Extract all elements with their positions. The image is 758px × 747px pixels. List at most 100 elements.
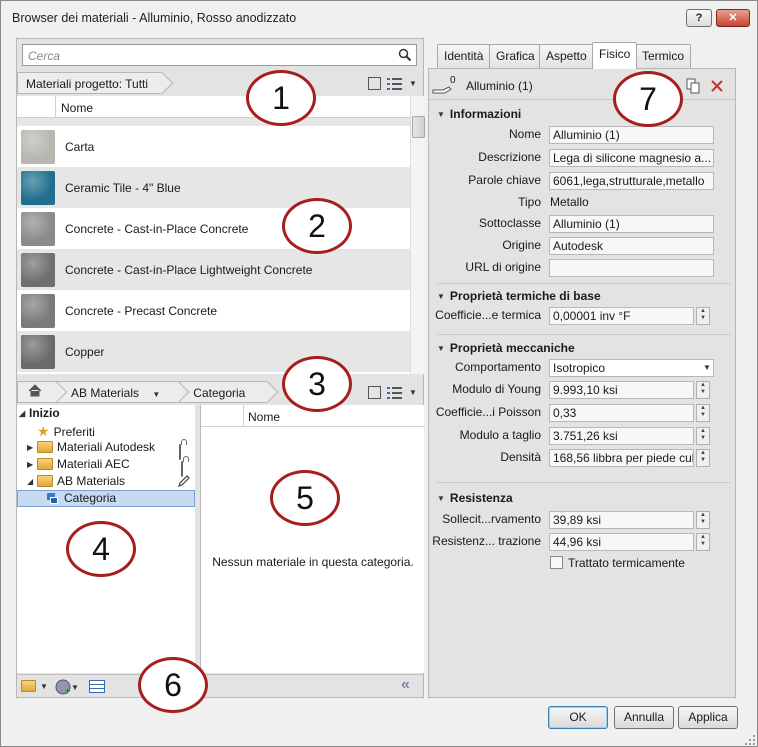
chevron-down-icon[interactable]: ▼ xyxy=(40,682,48,691)
collapse-icon[interactable]: ▼ xyxy=(437,292,445,301)
tab-graphics[interactable]: Grafica xyxy=(489,44,542,68)
material-name: Concrete - Precast Concrete xyxy=(65,303,218,318)
library-crumb[interactable]: AB Materials ▼ xyxy=(56,381,179,403)
category-crumb[interactable]: Categoria xyxy=(178,381,268,403)
list-item[interactable]: Ceramic Tile - 4" Blue xyxy=(17,167,410,208)
tree-label: Categoria xyxy=(64,491,117,505)
material-name: Carta xyxy=(65,139,95,154)
tree-item-aec[interactable]: ▶ Materiali AEC xyxy=(27,457,130,471)
duplicate-icon[interactable] xyxy=(686,78,700,94)
delete-icon[interactable] xyxy=(710,79,724,93)
collapse-panel-icon[interactable]: « xyxy=(401,676,410,694)
heat-treated-checkbox[interactable] xyxy=(550,556,563,569)
spinner[interactable]: ▲ ▼ xyxy=(696,449,710,467)
collapse-icon[interactable]: ▼ xyxy=(437,344,445,353)
prop-field[interactable]: Alluminio (1) xyxy=(549,126,714,144)
tree-label: Materiali AEC xyxy=(57,457,130,471)
section-mech-header[interactable]: ▼ Proprietà meccaniche xyxy=(437,341,575,355)
project-filter-crumb[interactable]: Materiali progetto: Tutti xyxy=(17,72,163,94)
tab-appearance[interactable]: Aspetto xyxy=(539,44,594,68)
home-crumb[interactable] xyxy=(17,381,56,403)
section-strength-header[interactable]: ▼ Resistenza xyxy=(437,491,513,505)
prop-field[interactable]: 168,56 libbra per piede cubi xyxy=(549,449,694,467)
collapse-icon[interactable]: ▼ xyxy=(437,494,445,503)
spinner[interactable]: ▲ ▼ xyxy=(696,307,710,325)
project-materials-list: Nome Carta Ceramic Tile - 4" Blue Concrete… xyxy=(17,96,410,374)
tree-item-autodesk[interactable]: ▶ Materiali Autodesk xyxy=(27,440,155,454)
expand-icon[interactable]: ▶ xyxy=(27,460,37,469)
tab-identity[interactable]: Identità xyxy=(437,44,491,68)
search-icon[interactable] xyxy=(398,48,412,62)
prop-field[interactable]: Alluminio (1) xyxy=(549,215,714,233)
spinner[interactable]: ▲ ▼ xyxy=(696,427,710,445)
spinner[interactable]: ▲ ▼ xyxy=(696,511,710,529)
cancel-button[interactable]: Annulla xyxy=(614,706,674,729)
collapse-icon[interactable]: ◢ xyxy=(27,477,37,486)
chevron-down-icon[interactable]: ▼ xyxy=(409,79,417,88)
divider xyxy=(437,283,730,284)
section-thermal-header[interactable]: ▼ Proprietà termiche di base xyxy=(437,289,601,303)
search-input[interactable]: Cerca xyxy=(22,44,417,66)
column-name[interactable]: Nome xyxy=(248,410,280,424)
asset-browser-icon[interactable] xyxy=(89,680,105,693)
asset-name: Alluminio (1) xyxy=(466,79,533,93)
list-view-icon[interactable] xyxy=(387,77,403,90)
material-thumbnail xyxy=(21,129,55,164)
prop-label-thermal-expansion: Coefficie...e termica xyxy=(435,308,541,322)
pencil-icon[interactable] xyxy=(177,474,191,488)
thermal-expansion-field[interactable]: 0,00001 inv °F xyxy=(549,307,694,325)
prop-field[interactable]: 44,96 ksi xyxy=(549,533,694,551)
callout-3: 3 xyxy=(282,356,352,412)
close-button[interactable]: ✕ xyxy=(716,9,750,27)
list-header: Nome xyxy=(17,96,410,118)
library-manage-button[interactable]: ▼ xyxy=(21,680,48,692)
tree-item-ab-materials[interactable]: ◢ AB Materials xyxy=(27,474,125,488)
collapse-icon[interactable]: ▼ xyxy=(437,110,445,119)
folder-open-icon xyxy=(37,475,53,487)
prop-field[interactable]: 39,89 ksi xyxy=(549,511,694,529)
chevron-down-icon[interactable]: ▼ xyxy=(71,683,79,692)
expand-icon[interactable]: ◢ xyxy=(19,409,29,418)
tree-item-category[interactable]: Categoria xyxy=(47,491,116,505)
list-item[interactable]: Carta xyxy=(17,126,410,167)
tree-root[interactable]: ◢ Inizio xyxy=(19,406,60,420)
prop-field[interactable]: 3.751,26 ksi xyxy=(549,427,694,445)
prop-label: Modulo di Young xyxy=(452,382,541,396)
tab-physical[interactable]: Fisico xyxy=(592,42,638,69)
ok-button[interactable]: OK xyxy=(548,706,608,729)
panel-toggle-icon[interactable] xyxy=(368,386,381,399)
tree-item-favorites[interactable]: ★ Preferiti xyxy=(37,423,95,440)
chevron-down-icon[interactable]: ▼ xyxy=(703,363,711,372)
section-info-header[interactable]: ▼ Informazioni xyxy=(437,107,521,121)
tab-thermal[interactable]: Termico xyxy=(635,44,692,68)
list-item[interactable]: Concrete - Precast Concrete xyxy=(17,290,410,331)
spinner[interactable]: ▲ ▼ xyxy=(696,404,710,422)
library-folder-icon xyxy=(21,680,36,692)
prop-field[interactable]: Lega di silicone magnesio a... xyxy=(549,149,714,167)
help-button[interactable]: ? xyxy=(686,9,712,27)
resize-grip-icon[interactable] xyxy=(744,734,756,746)
material-name: Concrete - Cast-in-Place Concrete xyxy=(65,221,249,236)
project-breadcrumb: Materiali progetto: Tutti xyxy=(17,72,163,94)
prop-field[interactable]: 9.993,10 ksi xyxy=(549,381,694,399)
panel-toggle-icon[interactable] xyxy=(368,77,381,90)
divider xyxy=(437,334,730,335)
create-material-button[interactable]: + ▼ xyxy=(55,679,79,695)
prop-field[interactable]: 0,33 xyxy=(549,404,694,422)
list-item[interactable]: Concrete - Cast-in-Place Lightweight Con… xyxy=(17,249,410,290)
material-thumbnail xyxy=(21,170,55,205)
spinner[interactable]: ▲ ▼ xyxy=(696,533,710,551)
prop-dropdown[interactable]: Isotropico xyxy=(549,359,714,377)
chevron-down-icon[interactable]: ▼ xyxy=(152,390,160,399)
expand-icon[interactable]: ▶ xyxy=(27,443,37,452)
prop-field[interactable] xyxy=(549,259,714,277)
prop-field[interactable]: 6061,lega,strutturale,metallo xyxy=(549,172,714,190)
column-name[interactable]: Nome xyxy=(61,101,93,115)
spinner[interactable]: ▲ ▼ xyxy=(696,381,710,399)
prop-field[interactable]: Autodesk xyxy=(549,237,714,255)
folder-icon xyxy=(37,458,53,470)
home-icon[interactable] xyxy=(28,384,42,397)
list-item[interactable]: Copper xyxy=(17,331,410,372)
tree-label: Materiali Autodesk xyxy=(57,440,156,454)
apply-button[interactable]: Applica xyxy=(678,706,738,729)
